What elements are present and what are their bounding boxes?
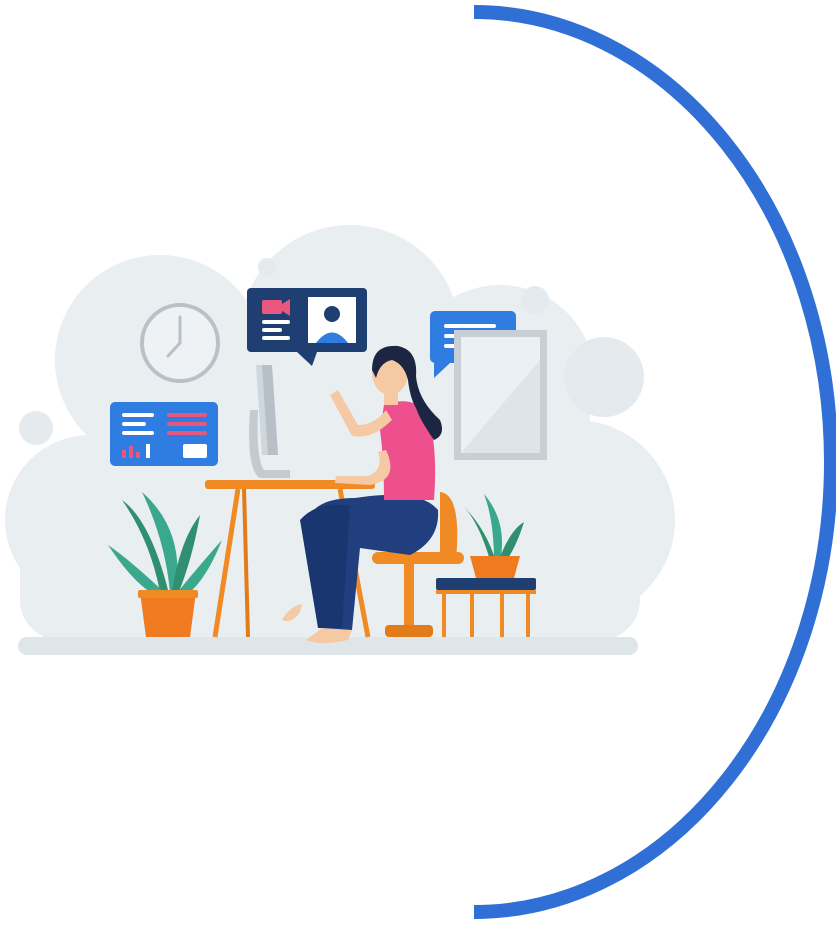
wall-frame-icon xyxy=(454,330,547,460)
dashboard-card-icon xyxy=(110,402,218,466)
remote-work-illustration xyxy=(5,5,836,919)
wall-clock-icon xyxy=(140,303,220,383)
illustration-canvas xyxy=(0,0,836,940)
